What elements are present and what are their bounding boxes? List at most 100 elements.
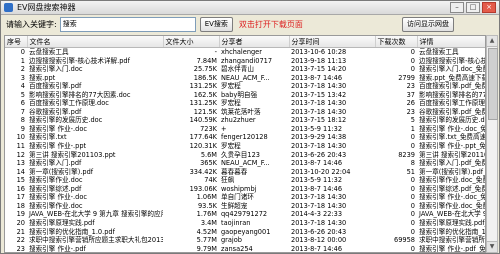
table-cell: 2013-6-26 20:43 (291, 150, 347, 159)
table-cell: 6 (20, 99, 25, 108)
table-cell: 搜索引擎入门.doc (29, 65, 83, 74)
table-row[interactable]: 9 搜索引擎 作业-.doc 723K +2013-5-9 11:32 1 搜索引擎 作业… (5, 124, 486, 134)
table-header: 序号 文件名 文件大小 分享者 分享时间 下载次数 详情 (5, 36, 485, 48)
column-header-size[interactable]: 文件大小 (163, 36, 220, 48)
table-cell: 10 (16, 133, 25, 142)
table-cell: 2013-7-18 14:30 (291, 201, 347, 210)
minimize-icon[interactable]: – (450, 2, 464, 13)
table-cell: 2013-5-9 11:32 (291, 176, 343, 185)
table-cell: 谷歌搜索引擎.pdf_免费高速下载|百度云 网盘-分享无限制 (419, 107, 485, 116)
table-row[interactable]: 17 搜索引擎 作业-.doc 1.06M 单自门诸环 2013-7-18 14:30 0… (5, 193, 486, 202)
table-cell: 9 (20, 124, 25, 133)
table-cell: 131.25K (189, 99, 217, 108)
table-row[interactable]: 6 百度搜索引擎工作原理.doc 131.25K 罗宏程 2013-7-18 14:30… (5, 99, 486, 108)
table-row[interactable]: 15 搜索引擎作业.doc 74K 狂飙 2013-5-9 11:32 0 搜索引擎作业.d… (5, 176, 485, 185)
table-cell: 搜索引擎原理实践.pdf_免费高速下载|百度云 网盘-分享无限制 (419, 218, 485, 227)
search-button[interactable]: EV搜索 (199, 17, 233, 32)
table-cell: 搜索引擎入门.pdf (29, 159, 82, 168)
close-icon[interactable]: × (482, 2, 496, 13)
table-row[interactable]: 8 搜索引擎的发展历史.doc 140.59K zhu2zhuer 2013-7-15 … (5, 116, 485, 125)
table-row[interactable]: 7 谷歌搜索引擎.pdf 121.5K 筑莱花落叶落 2013-7-18 14:30 23… (5, 107, 485, 117)
table-cell: 罗宏程 (221, 99, 241, 108)
table-cell: 筑莱花落叶落 (221, 107, 261, 116)
table-row[interactable]: 0 云盘搜索工具 - xhchalenger 2013-10-6 10:28 0 云盘搜索工… (5, 48, 485, 57)
table-cell: 2013-7-18 14:30 (291, 107, 347, 116)
scroll-up-icon[interactable]: ▲ (487, 36, 497, 47)
table-cell: 搜索引擎 作业-.doc_免费高速下载|百度云 网盘-分享无限制 (419, 124, 486, 133)
maximize-icon[interactable]: □ (466, 2, 480, 13)
table-row[interactable]: 18 搜索引擎作业.doc 93.5K 生鲜超宠 2013-7-18 14:30 0 搜索引… (5, 201, 485, 211)
table-row[interactable]: 5 影响搜索引擎排名的77大因素.doc 162.5K baby明自强 2013-7-1… (5, 90, 485, 100)
table-row[interactable]: 23 搜索引擎 作业-.pdf 9.79M zansa254 2013-8-7 14:4… (5, 244, 485, 253)
table-cell: 2013-7-18 14:30 (291, 99, 347, 108)
table-cell: 186.5K (193, 73, 217, 82)
table-cell: xhchalenger (221, 48, 262, 57)
table-cell: woshipmbj (221, 184, 257, 193)
table-cell: 1 (410, 124, 415, 133)
table-cell: 搜索引擎 作业-.doc_免费高速下载|百度云 网盘-分享无限制 (419, 193, 486, 202)
table-cell: 云盘搜索工具 (419, 48, 459, 57)
table-cell: 5.6M (200, 150, 217, 159)
table-row[interactable]: 3 搜索.ppt 186.5K NEAU_ACM_F... 2013-8-7 14:46… (5, 73, 485, 83)
table-cell: 23 (406, 82, 415, 91)
table-cell: 0 (410, 65, 415, 74)
table-cell: 0 (410, 227, 415, 236)
title-bar: EV网盘搜索神器 – □ × (1, 1, 499, 15)
table-cell: 2013-8-7 14:46 (291, 184, 343, 193)
table-cell: 5.77M (196, 236, 217, 245)
main-window: EV网盘搜索神器 – □ × 请输入关键字: EV搜索 双击打开下载页面 访问显… (0, 0, 500, 254)
scroll-thumb[interactable] (488, 48, 498, 120)
table-cell: NEAU_ACM_F... (221, 73, 270, 82)
table-cell: 搜索引擎 作业-.ppt_免费高速下载|百度云 网盘-分享无限制 (419, 142, 486, 151)
column-header-downloads[interactable]: 下载次数 (375, 36, 418, 48)
vertical-scrollbar[interactable]: ▲ ▼ (486, 35, 498, 253)
table-cell: 1 (20, 56, 25, 65)
search-toolbar: 请输入关键字: EV搜索 双击打开下载页面 访问显示网盘 (1, 15, 499, 34)
column-header-filename[interactable]: 文件名 (27, 36, 164, 48)
table-cell: 2013-9-29 14:38 (291, 133, 347, 142)
table-row[interactable]: 14 第一章(搜索引擎).pdf 334.42K 暮春暮春 2013-10-20 22:… (5, 167, 485, 177)
table-cell: 2013-10-6 10:28 (291, 48, 347, 57)
column-header-sharer[interactable]: 分享者 (219, 36, 290, 48)
scroll-down-icon[interactable]: ▼ (487, 241, 497, 252)
table-cell: 121.5K (193, 107, 217, 116)
table-row[interactable]: 20 搜索引擎原理实践.pdf 3.4M taojinran 2013-7-18 14:… (5, 218, 485, 228)
table-row[interactable]: 21 搜索引擎的优化指南_1.0.pdf 4.52M gaopeyang001 2013… (5, 227, 485, 236)
table-cell: 17 (16, 193, 25, 202)
table-cell: 25.75K (193, 65, 217, 74)
table-cell: taojinran (221, 218, 251, 227)
table-cell: 21 (16, 227, 25, 236)
table-cell: 百度搜索引擎.pdf (29, 82, 82, 91)
column-header-time[interactable]: 分享时间 (289, 36, 376, 48)
table-row[interactable]: 10 搜索引擎.txt 177.64K fenger120128 2013-9-29 1… (5, 133, 485, 142)
table-cell: 搜索引擎综述.pdf (29, 184, 82, 193)
table-row[interactable]: 16 搜索引擎综述.pdf 193.06K woshipmbj 2013-8-7 14:… (5, 184, 485, 194)
table-row[interactable]: 19 JAVA_WEB-在北大学 9 第九章 搜索引擎的应用与... 1.76M qq… (5, 210, 485, 219)
table-row[interactable]: 22 求职中搜索引擎营销所应题主求职大礼包20133... 5.77M grajob 2… (5, 236, 485, 245)
table-cell: 搜索引擎作业.doc (29, 176, 83, 185)
table-cell: 影响搜索引擎排名的77大因素.doc (29, 90, 131, 99)
column-header-index[interactable]: 序号 (5, 36, 28, 48)
table-cell: 百度搜索引擎工作原理.doc_免费高速下载|百度云 网盘-分享无限制 (419, 99, 486, 108)
table-cell: JAVA_WEB-在北大学 9 第九章 搜索引擎的应用与... (419, 210, 485, 219)
visit-site-button[interactable]: 访问显示网盘 (402, 17, 454, 32)
table-cell: 8 (20, 116, 25, 125)
table-cell: JAVA_WEB-在北大学 9 第九章 搜索引擎的应用与... (29, 210, 163, 219)
table-row[interactable]: 2 搜索引擎入门.doc 25.75K 碧水伴青山 2013-7-15 14:20 0 搜索… (5, 65, 485, 74)
column-header-details[interactable]: 详情 (417, 36, 485, 48)
table-cell: 百度搜索引擎工作原理.doc (29, 99, 109, 108)
table-cell: 搜索引擎入门.doc_免费高速下载|百度云 网盘-分享无限制 (419, 65, 485, 74)
table-row[interactable]: 12 第三讲 搜索引擎201103.ppt 5.6M 久贵孕目123 2013-6-26… (5, 150, 485, 160)
table-row[interactable]: 11 搜索引擎 作业-.ppt 120.31K 罗宏程 2013-7-18 14:30 0… (5, 142, 486, 151)
table-cell: 第一章(搜索引擎).pdf_免费高速下载|百度云 网盘-分享无限制 (419, 167, 485, 176)
table-row[interactable]: 1 边搜搜搜索引擎-核心技术详解.pdf 7.84M zhangandi0717 201… (5, 56, 485, 66)
table-cell: 0 (410, 142, 415, 151)
table-row[interactable]: 13 搜索引擎入门.pdf 365K NEAU_ACM_F... 2013-8-7 14… (5, 159, 485, 168)
table-cell: 23 (406, 107, 415, 116)
table-cell: 0 (410, 244, 415, 253)
table-row[interactable]: 4 百度搜索引擎.pdf 131.25K 罗宏程 2013-7-18 14:30 23 百度… (5, 82, 485, 91)
table-cell: 193.06K (189, 184, 217, 193)
table-cell: 0 (410, 56, 415, 65)
table-cell: 2013-7-18 14:30 (291, 142, 347, 151)
search-input[interactable] (59, 17, 196, 32)
